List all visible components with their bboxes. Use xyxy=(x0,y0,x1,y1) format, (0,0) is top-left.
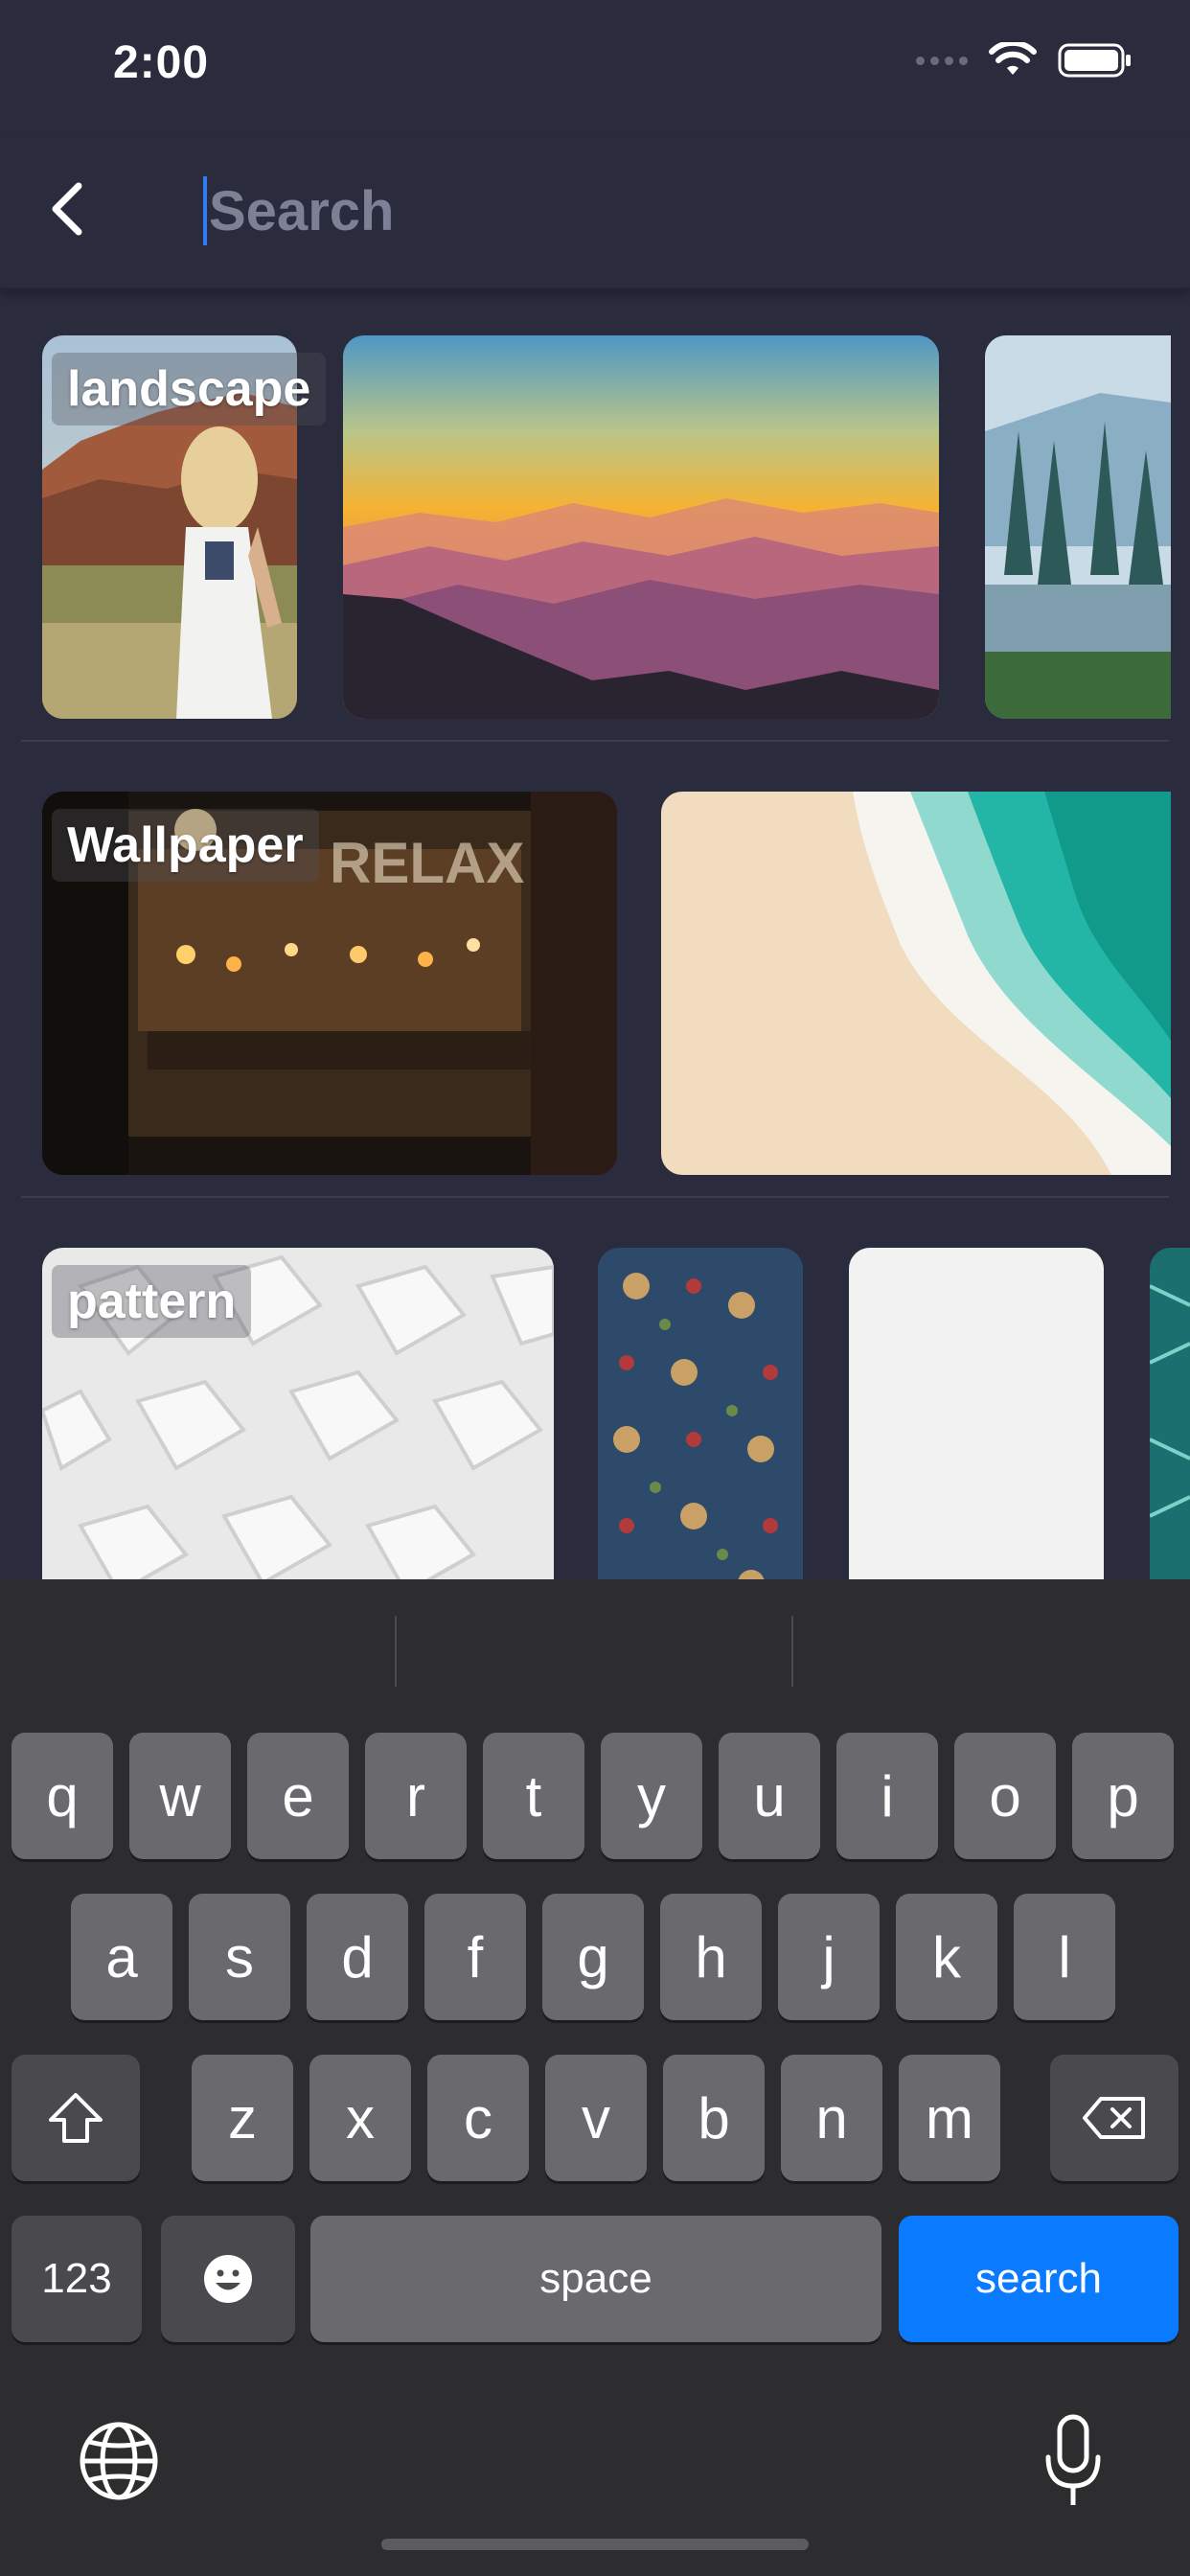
landscape-image-sunset-mountains[interactable] xyxy=(343,335,939,719)
key-w[interactable]: w xyxy=(129,1733,231,1859)
key-b[interactable]: b xyxy=(663,2055,765,2181)
svg-text:RELAX: RELAX xyxy=(330,831,524,895)
status-time: 2:00 xyxy=(113,37,210,88)
shift-icon xyxy=(49,2093,103,2143)
key-l[interactable]: l xyxy=(1014,1894,1115,2020)
key-x[interactable]: x xyxy=(309,2055,411,2181)
pattern-image-floral-birds[interactable] xyxy=(598,1248,803,1579)
space-key[interactable]: space xyxy=(310,2216,881,2342)
key-u[interactable]: u xyxy=(719,1733,820,1859)
shift-key[interactable] xyxy=(11,2055,140,2181)
delete-icon xyxy=(1083,2097,1145,2139)
row-divider xyxy=(21,1196,1169,1198)
microphone-icon xyxy=(1045,2414,1101,2505)
pattern-image-water[interactable] xyxy=(1150,1248,1190,1579)
key-t[interactable]: t xyxy=(483,1733,584,1859)
delete-key[interactable] xyxy=(1050,2055,1179,2181)
key-e[interactable]: e xyxy=(247,1733,349,1859)
globe-button[interactable] xyxy=(73,2415,165,2507)
globe-icon xyxy=(80,2422,158,2500)
numbers-key[interactable]: 123 xyxy=(11,2216,142,2342)
back-button[interactable] xyxy=(38,171,96,247)
status-icons xyxy=(916,42,1133,79)
key-z[interactable]: z xyxy=(192,2055,293,2181)
landscape-image-forest-lake[interactable] xyxy=(985,335,1171,719)
key-f[interactable]: f xyxy=(424,1894,526,2020)
key-g[interactable]: g xyxy=(542,1894,644,2020)
text-caret xyxy=(203,176,207,245)
status-bar: 2:00 xyxy=(0,0,1190,134)
pattern-image-white-texture[interactable] xyxy=(849,1248,1104,1579)
key-y[interactable]: y xyxy=(601,1733,702,1859)
search-field[interactable] xyxy=(203,171,1142,251)
home-indicator[interactable] xyxy=(381,2539,809,2550)
emoji-icon xyxy=(204,2255,252,2303)
battery-icon xyxy=(1058,43,1131,78)
search-header xyxy=(0,134,1190,289)
category-label: landscape xyxy=(52,353,327,426)
cellular-signal-icon xyxy=(916,56,968,65)
search-input[interactable] xyxy=(209,178,1071,243)
category-row-wallpaper[interactable]: RELAX Wallpaper xyxy=(0,744,1190,1204)
wallpaper-image-beach-waves[interactable] xyxy=(661,792,1171,1175)
wifi-icon xyxy=(989,42,1037,75)
key-n[interactable]: n xyxy=(781,2055,882,2181)
key-o[interactable]: o xyxy=(954,1733,1056,1859)
key-v[interactable]: v xyxy=(545,2055,647,2181)
key-c[interactable]: c xyxy=(427,2055,529,2181)
suggestion-separator xyxy=(791,1616,793,1687)
key-r[interactable]: r xyxy=(365,1733,467,1859)
key-i[interactable]: i xyxy=(836,1733,938,1859)
category-row-landscape[interactable]: landscape xyxy=(0,288,1190,748)
key-a[interactable]: a xyxy=(71,1894,172,2020)
keyboard-suggestion-bar xyxy=(0,1579,1190,1723)
suggestion-separator xyxy=(395,1616,397,1687)
search-key[interactable]: search xyxy=(899,2216,1179,2342)
key-p[interactable]: p xyxy=(1072,1733,1174,1859)
category-label: pattern xyxy=(52,1265,252,1338)
keyboard: q w e r t y u i o p a s d f g h j k l z … xyxy=(0,1579,1190,2576)
key-s[interactable]: s xyxy=(189,1894,290,2020)
category-label: Wallpaper xyxy=(52,809,319,882)
key-h[interactable]: h xyxy=(660,1894,762,2020)
key-j[interactable]: j xyxy=(778,1894,880,2020)
category-row-pattern[interactable]: pattern xyxy=(0,1200,1190,1579)
key-d[interactable]: d xyxy=(307,1894,408,2020)
dictation-button[interactable] xyxy=(1027,2409,1119,2515)
emoji-key[interactable] xyxy=(161,2216,295,2342)
key-k[interactable]: k xyxy=(896,1894,997,2020)
row-divider xyxy=(21,740,1169,742)
back-chevron-icon xyxy=(52,182,82,236)
key-q[interactable]: q xyxy=(11,1733,113,1859)
key-m[interactable]: m xyxy=(899,2055,1000,2181)
